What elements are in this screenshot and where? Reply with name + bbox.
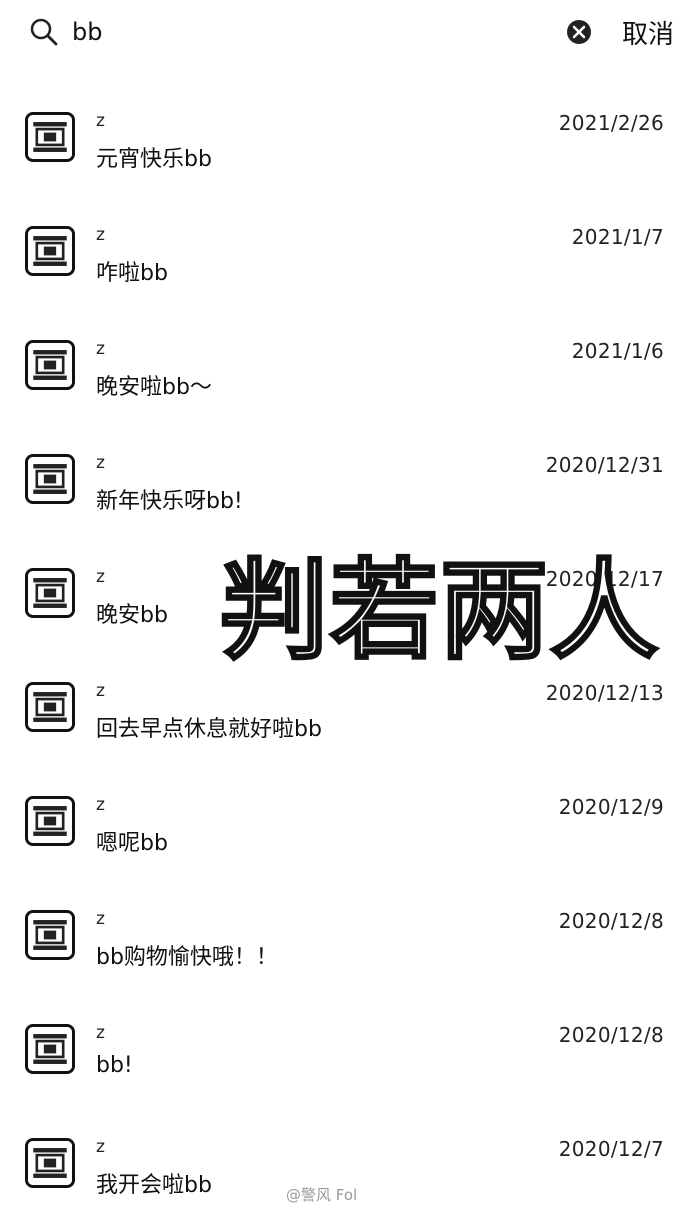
watermark: @警风 Fol xyxy=(286,1186,358,1204)
message-text: 晚安bb xyxy=(96,603,168,628)
avatar xyxy=(25,796,75,846)
overlay-title: 判若两人 xyxy=(218,549,661,674)
message-date: 2020/12/8 xyxy=(558,909,664,933)
message-text: 元宵快乐bb xyxy=(96,147,212,172)
result-item[interactable]: z 2021/1/7 咋啦bb xyxy=(0,205,690,319)
clear-icon[interactable] xyxy=(565,18,593,46)
avatar xyxy=(25,112,75,162)
sender-name: z xyxy=(96,1137,105,1157)
sender-name: z xyxy=(96,795,105,815)
result-item[interactable]: z 2020/12/13 回去早点休息就好啦bb xyxy=(0,661,690,775)
avatar xyxy=(25,682,75,732)
result-item[interactable]: z 2020/12/9 嗯呢bb xyxy=(0,775,690,889)
sender-name: z xyxy=(96,111,105,131)
avatar xyxy=(25,340,75,390)
search-bar: 取消 xyxy=(0,0,690,64)
result-item[interactable]: z 2021/2/26 元宵快乐bb xyxy=(0,91,690,205)
message-text: 回去早点休息就好啦bb xyxy=(96,717,322,742)
sender-name: z xyxy=(96,339,105,359)
sender-name: z xyxy=(96,225,105,245)
message-text: 晚安啦bb～ xyxy=(96,375,212,400)
result-item[interactable]: z 2020/12/8 bb购物愉快哦！！ xyxy=(0,889,690,1003)
message-text: 新年快乐呀bb! xyxy=(96,489,243,514)
sender-name: z xyxy=(96,453,105,473)
message-text: 我开会啦bb xyxy=(96,1173,212,1198)
search-input[interactable] xyxy=(72,14,532,50)
message-text: bb购物愉快哦！！ xyxy=(96,945,278,970)
message-text: 咋啦bb xyxy=(96,261,168,286)
avatar xyxy=(25,1024,75,1074)
message-date: 2020/12/8 xyxy=(558,1023,664,1047)
message-date: 2021/1/7 xyxy=(571,225,664,249)
sender-name: z xyxy=(96,1023,105,1043)
sender-name: z xyxy=(96,681,105,701)
message-text: 嗯呢bb xyxy=(96,831,168,856)
message-date: 2020/12/7 xyxy=(558,1137,664,1161)
avatar xyxy=(25,1138,75,1188)
message-date: 2020/12/13 xyxy=(545,681,664,705)
avatar xyxy=(25,226,75,276)
sender-name: z xyxy=(96,567,105,587)
avatar xyxy=(25,454,75,504)
message-date: 2020/12/9 xyxy=(558,795,664,819)
message-date: 2021/1/6 xyxy=(571,339,664,363)
result-item[interactable]: z 2021/1/6 晚安啦bb～ xyxy=(0,319,690,433)
avatar xyxy=(25,910,75,960)
result-item[interactable]: z 2020/12/31 新年快乐呀bb! xyxy=(0,433,690,547)
avatar xyxy=(25,568,75,618)
message-date: 2021/2/26 xyxy=(558,111,664,135)
cancel-button[interactable]: 取消 xyxy=(622,14,674,51)
sender-name: z xyxy=(96,909,105,929)
message-date: 2020/12/31 xyxy=(545,453,664,477)
message-text: bb! xyxy=(96,1053,133,1078)
search-icon xyxy=(30,18,58,46)
result-item[interactable]: z 2020/12/8 bb! xyxy=(0,1003,690,1117)
result-item[interactable]: z 2020/12/7 我开会啦bb xyxy=(0,1117,690,1231)
